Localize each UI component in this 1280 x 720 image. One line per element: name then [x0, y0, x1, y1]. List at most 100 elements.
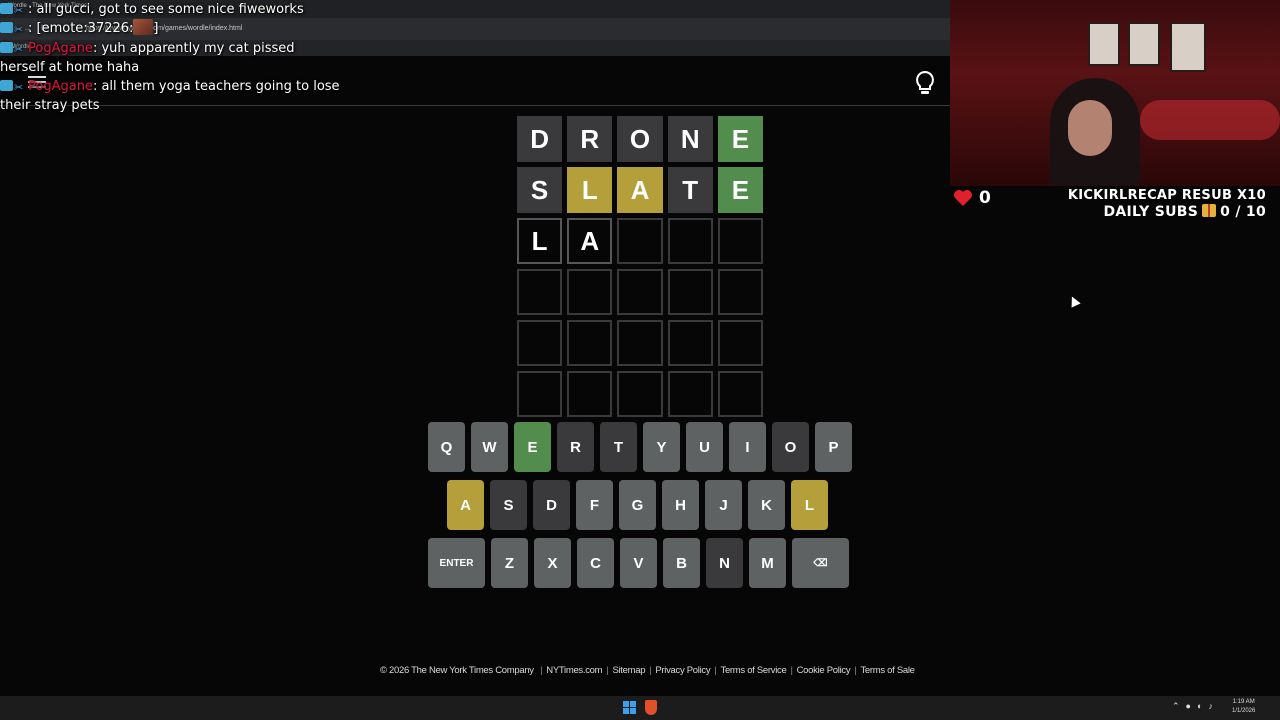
board-tile [717, 269, 764, 315]
key-n[interactable]: N [706, 538, 743, 588]
subscriber-badge-icon [0, 22, 13, 34]
chat-text-end: ] [153, 21, 159, 37]
board-tile: L [517, 218, 563, 264]
chat-message: ✂: [emote:37226:] [0, 19, 340, 38]
board-tile: R [567, 116, 613, 162]
key-q[interactable]: Q [428, 422, 465, 472]
key-g[interactable]: G [619, 480, 656, 530]
board-tile [667, 320, 713, 366]
windows-start-icon[interactable] [623, 701, 636, 714]
sub-goal: KICKIRLRECAP RESUB X10 DAILY SUBS 0 / 10 [1068, 188, 1266, 220]
board-tile [617, 269, 663, 315]
likes-counter: 0 [953, 188, 991, 208]
daily-subs-value: 0 / 10 [1220, 204, 1266, 220]
chat-username[interactable]: PogAgane [28, 41, 93, 56]
key-r[interactable]: R [557, 422, 594, 472]
daily-subs-label: DAILY SUBS [1103, 204, 1199, 220]
key-d[interactable]: D [533, 480, 570, 530]
board-row [517, 269, 764, 315]
wall-frame [1128, 22, 1160, 66]
key-c[interactable]: C [577, 538, 614, 588]
key-a[interactable]: A [447, 480, 484, 530]
taskbar-clock[interactable]: 1:19 AM 1/1/2026 [1232, 698, 1255, 716]
lightbulb-icon[interactable] [913, 70, 937, 96]
board-tile [717, 218, 764, 264]
board-tile [617, 218, 663, 264]
footer-separator: | [714, 665, 717, 676]
key-l[interactable]: L [791, 480, 828, 530]
streamer-face [1068, 100, 1112, 156]
key-e[interactable]: E [514, 422, 551, 472]
chat-message: ✂ PogAgane: yuh apparently my cat pissed … [0, 39, 340, 78]
emote-icon [133, 19, 154, 36]
footer-link[interactable]: Cookie Policy [797, 665, 851, 676]
wall-frame [1170, 22, 1206, 72]
webcam-feed [950, 0, 1280, 186]
footer-link[interactable]: Privacy Policy [655, 665, 710, 676]
chat-message: ✂ PogAgane: all them yoga teachers going … [0, 77, 340, 116]
enter-key[interactable]: ENTER [428, 538, 485, 588]
backspace-key[interactable]: ⌫ [792, 538, 849, 588]
key-u[interactable]: U [686, 422, 723, 472]
wall-frame [1088, 22, 1120, 66]
footer-separator: | [854, 665, 857, 676]
key-j[interactable]: J [705, 480, 742, 530]
daily-subs-line: DAILY SUBS 0 / 10 [1068, 204, 1266, 220]
background-light [1140, 100, 1280, 140]
footer-link[interactable]: Terms of Sale [860, 665, 914, 676]
resub-line: KICKIRLRECAP RESUB X10 [1067, 188, 1266, 203]
footer-separator: | [540, 665, 543, 676]
gift-icon [1202, 204, 1217, 217]
subscriber-badge-icon [0, 3, 13, 14]
keyboard-row: QWERTYUIOP [428, 422, 852, 472]
key-x[interactable]: X [534, 538, 571, 588]
board-tile: A [567, 218, 613, 264]
key-h[interactable]: H [662, 480, 699, 530]
key-k[interactable]: K [748, 480, 785, 530]
chat-username[interactable]: PogAgane [28, 79, 93, 94]
copyright: © 2026 The New York Times Company [380, 665, 534, 676]
heart-icon [954, 190, 972, 206]
subscriber-badge-icon [0, 41, 13, 53]
clock-time: 1:19 AM [1232, 699, 1255, 705]
keyboard-row: ASDFGHJKL [428, 480, 852, 530]
key-t[interactable]: T [600, 422, 637, 472]
board-tile: E [717, 116, 764, 162]
key-y[interactable]: Y [643, 422, 680, 472]
board-tile [667, 269, 713, 315]
stream-chat-overlay: ✂: all gucci, got to see some nice fiwew… [0, 0, 340, 116]
board-tile [617, 320, 663, 366]
key-v[interactable]: V [620, 538, 657, 588]
board-tile [517, 371, 563, 417]
board-tile: E [717, 167, 764, 213]
footer-link[interactable]: NYTimes.com [546, 665, 602, 676]
key-s[interactable]: S [490, 480, 527, 530]
board-tile [567, 269, 613, 315]
badge-icon: ✂ [14, 42, 24, 56]
on-screen-keyboard: Q W E R T Y U I O P A S D F G H J K L ENTER Z X C V B N M ⌫ [428, 422, 852, 596]
footer-link[interactable]: Terms of Service [721, 665, 787, 676]
board-row [517, 371, 764, 417]
board-tile [517, 269, 563, 315]
key-b[interactable]: B [663, 538, 700, 588]
key-w[interactable]: W [471, 422, 508, 472]
footer-link[interactable]: Sitemap [612, 665, 645, 676]
board-tile: A [617, 167, 663, 213]
board-row: LA [517, 218, 764, 264]
key-z[interactable]: Z [491, 538, 528, 588]
key-o[interactable]: O [772, 422, 809, 472]
board-tile [567, 371, 613, 417]
key-f[interactable]: F [576, 480, 613, 530]
board-row: SLATE [517, 167, 764, 213]
brave-browser-icon[interactable] [645, 700, 657, 715]
board-row: DRONE [517, 116, 764, 162]
key-p[interactable]: P [815, 422, 852, 472]
key-m[interactable]: M [749, 538, 786, 588]
footer-separator: | [606, 665, 609, 676]
system-tray-icons[interactable]: ⌃●◐♪ [1172, 701, 1219, 712]
board-tile: S [517, 167, 563, 213]
key-i[interactable]: I [729, 422, 766, 472]
chat-message: ✂: all gucci, got to see some nice fiwew… [0, 0, 340, 19]
game-board: DRONESLATELA [517, 116, 764, 422]
footer-separator: | [649, 665, 652, 676]
